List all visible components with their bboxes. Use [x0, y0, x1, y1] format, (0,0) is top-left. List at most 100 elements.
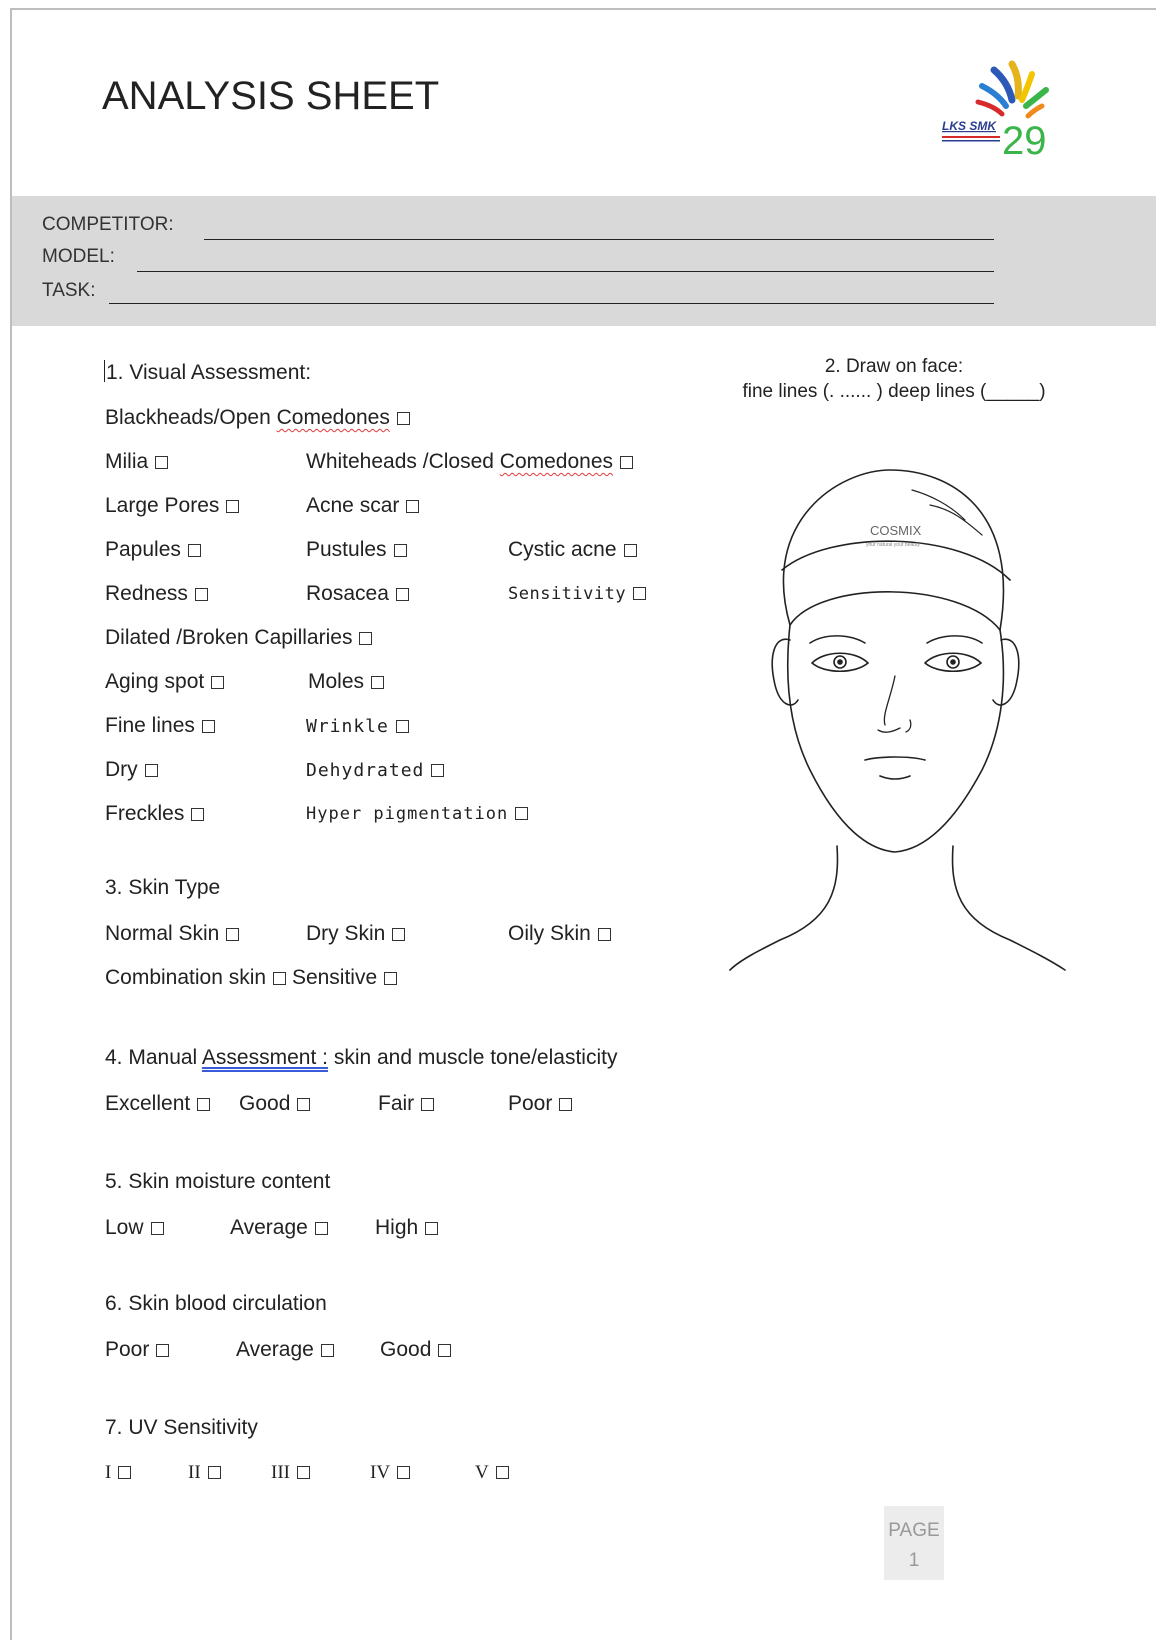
circulation-good-option[interactable]: Good: [380, 1338, 452, 1362]
freckles-checkbox: [191, 808, 205, 821]
uv-iii-option[interactable]: III: [271, 1462, 310, 1484]
wrinkle-option[interactable]: Wrinkle: [306, 716, 409, 737]
oily-skin-checkbox: [597, 928, 611, 941]
hyper-pigmentation-option[interactable]: Hyper pigmentation: [306, 804, 529, 824]
normal-skin-option[interactable]: Normal Skin: [105, 922, 240, 946]
hyper-pigmentation-checkbox: [515, 807, 529, 820]
model-label: MODEL:: [42, 246, 115, 267]
moisture-high-checkbox: [425, 1222, 439, 1235]
dry-skin-checkbox: [392, 928, 406, 941]
excellent-checkbox: [197, 1098, 211, 1111]
sensitive-option: Sensitive: [291, 966, 378, 989]
circulation-heading: 6. Skin blood circulation: [105, 1292, 327, 1315]
task-label: TASK:: [42, 280, 96, 301]
normal-skin-checkbox: [226, 928, 240, 941]
wrinkle-checkbox: [395, 720, 409, 733]
fine-lines-checkbox: [201, 720, 215, 733]
circulation-poor-option[interactable]: Poor: [105, 1338, 170, 1362]
milia-option[interactable]: Milia: [105, 450, 169, 474]
whiteheads-checkbox: [620, 456, 634, 469]
papules-option[interactable]: Papules: [105, 538, 201, 562]
fair-checkbox: [421, 1098, 435, 1111]
good-checkbox: [297, 1098, 311, 1111]
circulation-average-option[interactable]: Average: [236, 1338, 334, 1362]
acne-scar-checkbox: [406, 500, 420, 513]
pustules-checkbox: [393, 544, 407, 557]
face-diagram[interactable]: COSMIX your natural your beauty: [720, 450, 1070, 990]
moles-checkbox: [371, 676, 385, 689]
headband-subtext: your natural your beauty: [866, 542, 920, 548]
dry-skin-option[interactable]: Dry Skin: [306, 922, 406, 946]
moles-option[interactable]: Moles: [308, 670, 385, 694]
uv-ii-option[interactable]: II: [188, 1462, 221, 1484]
circulation-good-checkbox: [438, 1344, 452, 1357]
sensitivity-checkbox: [633, 587, 647, 600]
cystic-acne-option[interactable]: Cystic acne: [508, 538, 637, 562]
dry-option[interactable]: Dry: [105, 758, 158, 782]
poor-option[interactable]: Poor: [508, 1092, 573, 1116]
uv-ii-checkbox: [207, 1466, 221, 1479]
dilated-capillaries-checkbox: [359, 632, 373, 645]
visual-assessment-heading: 1. Visual Assessment:: [104, 360, 312, 384]
uv-iv-checkbox: [397, 1466, 411, 1479]
large-pores-option[interactable]: Large Pores: [105, 494, 240, 518]
manual-assessment-heading: 4. Manual Assessment : skin and muscle t…: [105, 1046, 618, 1069]
logo-text: LKS SMK: [942, 119, 997, 133]
task-field[interactable]: [109, 303, 994, 304]
page-title: ANALYSIS SHEET: [102, 74, 440, 118]
sensitivity-option[interactable]: Sensitivity: [508, 584, 647, 604]
uv-i-checkbox: [118, 1466, 132, 1479]
moisture-high-option[interactable]: High: [375, 1216, 439, 1240]
dilated-capillaries-option[interactable]: Dilated /Broken Capillaries: [105, 626, 373, 650]
rosacea-checkbox: [395, 588, 409, 601]
cystic-acne-checkbox: [623, 544, 637, 557]
fair-option[interactable]: Fair: [378, 1092, 435, 1116]
good-option[interactable]: Good: [239, 1092, 311, 1116]
logo-number: 29: [1002, 119, 1047, 163]
info-band: COMPETITOR: MODEL: TASK:: [12, 196, 1156, 326]
moisture-low-checkbox: [150, 1222, 164, 1235]
oily-skin-option[interactable]: Oily Skin: [508, 922, 611, 946]
aging-spot-option[interactable]: Aging spot: [105, 670, 225, 694]
moisture-low-option[interactable]: Low: [105, 1216, 164, 1240]
document-page: ANALYSIS SHEET LKS SMK 29 COMPETITOR: MO…: [10, 8, 1156, 1640]
fine-lines-option[interactable]: Fine lines: [105, 714, 215, 738]
page-number-badge: PAGE 1: [884, 1506, 944, 1580]
blackheads-option[interactable]: Blackheads/Open Comedones: [105, 406, 410, 430]
freckles-option[interactable]: Freckles: [105, 802, 205, 826]
aging-spot-checkbox: [211, 676, 225, 689]
uv-heading: 7. UV Sensitivity: [105, 1416, 258, 1439]
acne-scar-option[interactable]: Acne scar: [306, 494, 420, 518]
dehydrated-option[interactable]: Dehydrated: [306, 760, 445, 781]
excellent-option[interactable]: Excellent: [105, 1092, 211, 1116]
papules-checkbox: [187, 544, 201, 557]
competitor-field[interactable]: [204, 239, 994, 240]
rosacea-option[interactable]: Rosacea: [306, 582, 409, 606]
redness-option[interactable]: Redness: [105, 582, 208, 606]
blackheads-checkbox: [396, 412, 410, 425]
moisture-average-option[interactable]: Average: [230, 1216, 328, 1240]
uv-i-option[interactable]: I: [105, 1462, 132, 1484]
text-cursor: [104, 360, 105, 382]
headband-text: COSMIX: [870, 523, 922, 538]
circulation-average-checkbox: [320, 1344, 334, 1357]
combination-skin-option[interactable]: Combination skin Sensitive: [105, 966, 398, 990]
uv-iv-option[interactable]: IV: [370, 1462, 411, 1484]
lks-smk-logo: LKS SMK 29: [942, 60, 1049, 163]
moisture-heading: 5. Skin moisture content: [105, 1170, 331, 1193]
uv-iii-checkbox: [296, 1466, 310, 1479]
combination-skin-checkbox: [273, 972, 287, 985]
uv-v-checkbox: [495, 1466, 509, 1479]
large-pores-checkbox: [226, 500, 240, 513]
uv-v-option[interactable]: V: [475, 1462, 509, 1484]
poor-checkbox: [559, 1098, 573, 1111]
moisture-average-checkbox: [314, 1222, 328, 1235]
draw-on-face-caption: 2. Draw on face: fine lines (. ...... ) …: [742, 356, 1046, 402]
whiteheads-option[interactable]: Whiteheads /Closed Comedones: [306, 450, 634, 474]
pustules-option[interactable]: Pustules: [306, 538, 407, 562]
redness-checkbox: [194, 588, 208, 601]
sensitive-checkbox: [384, 972, 398, 985]
circulation-poor-checkbox: [156, 1344, 170, 1357]
dry-checkbox: [144, 764, 158, 777]
model-field[interactable]: [137, 271, 994, 272]
